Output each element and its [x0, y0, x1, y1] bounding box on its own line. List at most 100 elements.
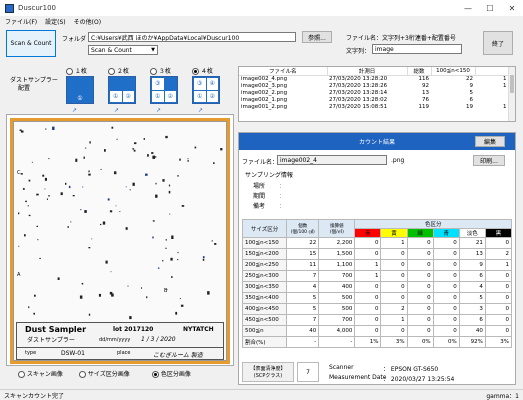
- dust-particle: [68, 185, 71, 189]
- mode-select[interactable]: Scan & Count ▼: [88, 45, 158, 55]
- result-header-title: カウント結果: [358, 139, 395, 146]
- dust-particle: [98, 293, 101, 297]
- radio-scan[interactable]: [18, 371, 25, 378]
- radio-3[interactable]: [150, 68, 157, 75]
- dust-particle: [152, 220, 155, 222]
- filename-format-label: ファイル名：文字列+3桁連番+配置番号: [346, 35, 456, 42]
- radio-size[interactable]: [79, 371, 86, 378]
- sampler-option-1[interactable]: １枚: [66, 66, 87, 75]
- maximize-icon[interactable]: ☐: [479, 0, 501, 16]
- layout-3-pattern[interactable]: ③ ① ②: [150, 76, 178, 104]
- file-list-row[interactable]: image002_1.png 27/03/2020 13:28:02 76 6: [239, 97, 509, 104]
- col-size2[interactable]: [475, 67, 509, 76]
- col-date[interactable]: 計測日: [327, 67, 408, 76]
- radio-1[interactable]: [66, 68, 73, 75]
- file-list-row[interactable]: image002_3.png 27/03/2020 13:28:26 92 9 1: [239, 83, 509, 90]
- menu-settings[interactable]: 設定(S): [45, 17, 66, 26]
- color-col-3: 青: [432, 228, 460, 238]
- dust-particle: [220, 148, 223, 151]
- count-cell: 3%: [484, 336, 513, 348]
- sampler-option-3[interactable]: ３枚: [150, 66, 171, 75]
- col-size1[interactable]: 100≦n<150: [431, 67, 476, 76]
- dust-particle: [179, 158, 181, 161]
- count-cell: 0: [484, 314, 513, 326]
- dust-particle: [155, 182, 157, 185]
- col-filename[interactable]: ファイル名: [239, 67, 328, 76]
- dust-particle: [127, 285, 129, 287]
- radio-4[interactable]: [192, 68, 199, 75]
- view-option-size-label: サイズ区分画像: [87, 371, 130, 378]
- count-cell: 6: [458, 270, 486, 282]
- count-cell: 0: [484, 281, 513, 293]
- file-list-cell: image002_1.png: [241, 97, 288, 103]
- count-cell: 0: [432, 292, 460, 304]
- edit-button[interactable]: 編集: [475, 136, 505, 147]
- file-list-row[interactable]: image002_4.png 27/03/2020 13:28:20 116 22 1: [239, 76, 509, 83]
- close-icon[interactable]: ✕: [501, 0, 523, 16]
- dust-particle: [88, 170, 90, 173]
- string-input[interactable]: [372, 44, 462, 54]
- count-cell: 割合(%): [241, 336, 288, 348]
- view-option-scan[interactable]: スキャン画像: [18, 369, 63, 378]
- dust-particle: [119, 211, 121, 213]
- count-cell: 700: [318, 314, 356, 326]
- file-list-cell: 13: [422, 90, 429, 96]
- file-list[interactable]: ファイル名 計測日 総数 100≦n<150 image002_4.png 27/…: [238, 66, 516, 122]
- dust-particle: [81, 282, 84, 285]
- color-header: 色区分: [354, 219, 512, 229]
- view-option-color-label: 色区分画像: [160, 371, 191, 378]
- browse-button[interactable]: 参照...: [302, 31, 332, 43]
- count-cell: 450≦n<500: [241, 314, 288, 326]
- color-col-1: 黄: [380, 228, 408, 238]
- count-cell: 0: [380, 248, 408, 260]
- result-panel: カウント結果 編集 ファイル名： .png 印刷... サンプリング情報 場所 …: [238, 132, 516, 385]
- side-mark-b: B: [164, 288, 168, 294]
- exit-button[interactable]: 終了: [483, 31, 513, 55]
- layout-2-pattern[interactable]: ① ②: [108, 76, 136, 104]
- sampler-option-4[interactable]: ４枚: [192, 66, 213, 75]
- count-cell: 700: [318, 270, 356, 282]
- dust-particle: [177, 252, 179, 254]
- radio-color[interactable]: [152, 371, 159, 378]
- result-file-input[interactable]: [277, 155, 387, 165]
- layout-4-pattern[interactable]: ③ ④ ① ②: [192, 76, 220, 104]
- count-cell: 400: [318, 281, 356, 293]
- radio-2[interactable]: [108, 68, 115, 75]
- result-header: カウント結果: [239, 133, 515, 150]
- layout-cell: [110, 78, 122, 90]
- minimize-icon[interactable]: —: [457, 0, 479, 16]
- status-bar: スキャンカウント完了 gamma：1: [0, 389, 523, 400]
- print-button[interactable]: 印刷...: [473, 155, 505, 166]
- view-option-color[interactable]: 色区分画像: [152, 369, 191, 378]
- dust-particle: [143, 138, 145, 140]
- scan-count-button[interactable]: Scan & Count: [6, 30, 56, 57]
- dust-particle: [187, 158, 189, 160]
- layout-1-pattern[interactable]: ①: [66, 76, 94, 104]
- dust-particle: [129, 316, 132, 320]
- count-cell: 1,100: [318, 259, 356, 271]
- dust-particle: [79, 295, 83, 299]
- folder-path-input[interactable]: [88, 32, 296, 42]
- dust-particle: [141, 287, 142, 289]
- sampler-option-2[interactable]: ２枚: [108, 66, 129, 75]
- menu-file[interactable]: ファイル(F): [5, 17, 37, 26]
- sampling-place-value: ：: [279, 183, 286, 190]
- view-option-size[interactable]: サイズ区分画像: [79, 369, 130, 378]
- count-cell: 4: [286, 281, 320, 293]
- count-cell: 1%: [354, 336, 382, 348]
- file-list-scrollbar[interactable]: [508, 67, 515, 121]
- title-bar: Duscur100 — ☐ ✕: [0, 0, 523, 16]
- menu-other[interactable]: その他(O): [74, 17, 101, 26]
- dust-particle: [180, 304, 184, 307]
- dust-particle: [100, 168, 102, 170]
- count-cell: 0: [484, 325, 513, 337]
- count-cell: 1: [380, 314, 408, 326]
- count-cell: 15: [286, 248, 320, 260]
- col-total[interactable]: 総数: [407, 67, 432, 76]
- count-table: サイズ区分 個数 (個/100 ㎠) 換算値 (個/㎡) 色区分 赤黄緑青淡色黒…: [241, 219, 513, 348]
- file-list-row[interactable]: image002_2.png 27/03/2020 13:28:14 13 5: [239, 90, 509, 97]
- menu-bar: ファイル(F) 設定(S) その他(O): [0, 16, 523, 27]
- scrollbar-thumb[interactable]: [510, 75, 514, 93]
- file-list-row[interactable]: image001_2.png 27/03/2020 15:08:51 119 19 1: [239, 104, 509, 111]
- file-list-cell: image002_4.png: [241, 76, 288, 83]
